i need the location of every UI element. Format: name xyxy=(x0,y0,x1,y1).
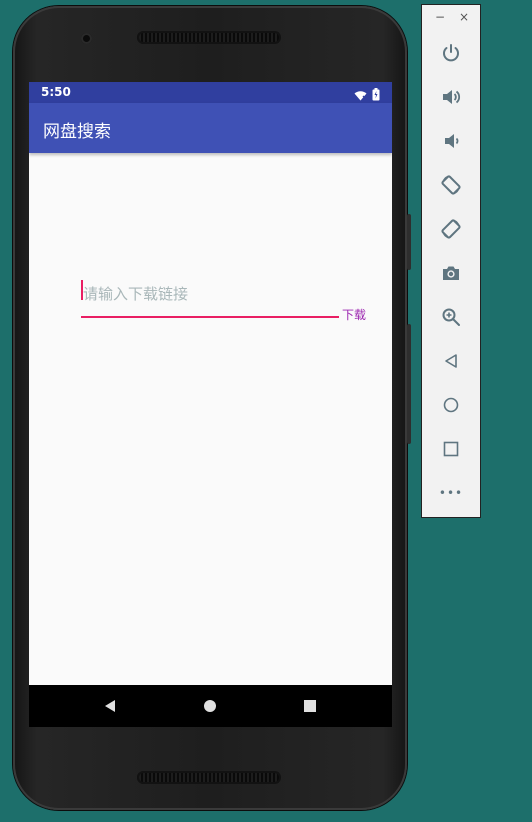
overview-icon[interactable] xyxy=(440,438,462,460)
front-camera xyxy=(81,33,92,44)
download-link-input[interactable] xyxy=(81,272,339,316)
back-icon[interactable] xyxy=(100,696,120,716)
bottom-speaker xyxy=(137,771,281,784)
navigation-bar xyxy=(29,685,392,727)
minimize-button[interactable]: − xyxy=(435,11,445,23)
phone-frame: 5:50 网盘搜索 请输入下载链接 下载 xyxy=(13,6,411,810)
rotate-left-icon[interactable] xyxy=(440,174,462,196)
zoom-icon[interactable] xyxy=(440,306,462,328)
emulator-back-icon[interactable] xyxy=(440,350,462,372)
power-side-button xyxy=(407,214,411,270)
app-bar: 网盘搜索 xyxy=(29,103,392,153)
recents-icon[interactable] xyxy=(300,696,320,716)
status-bar: 5:50 xyxy=(29,82,392,103)
device-screen: 5:50 网盘搜索 请输入下载链接 下载 xyxy=(29,82,392,727)
close-button[interactable]: × xyxy=(459,11,469,23)
text-cursor xyxy=(81,280,83,300)
emulator-home-icon[interactable] xyxy=(440,394,462,416)
link-input-wrapper xyxy=(81,272,339,320)
volume-up-icon[interactable] xyxy=(440,86,462,108)
camera-icon[interactable] xyxy=(440,262,462,284)
more-icon[interactable]: ••• xyxy=(438,482,464,504)
status-time: 5:50 xyxy=(41,85,71,99)
home-icon[interactable] xyxy=(200,696,220,716)
download-button[interactable]: 下载 xyxy=(342,306,366,323)
emulator-toolbar: − × ••• xyxy=(421,4,481,518)
volume-side-button xyxy=(407,324,411,444)
rotate-right-icon[interactable] xyxy=(440,218,462,240)
input-underline xyxy=(81,316,339,318)
app-title: 网盘搜索 xyxy=(43,122,111,142)
top-speaker xyxy=(137,31,281,44)
volume-down-icon[interactable] xyxy=(440,130,462,152)
power-icon[interactable] xyxy=(440,42,462,64)
more-label: ••• xyxy=(438,486,464,500)
